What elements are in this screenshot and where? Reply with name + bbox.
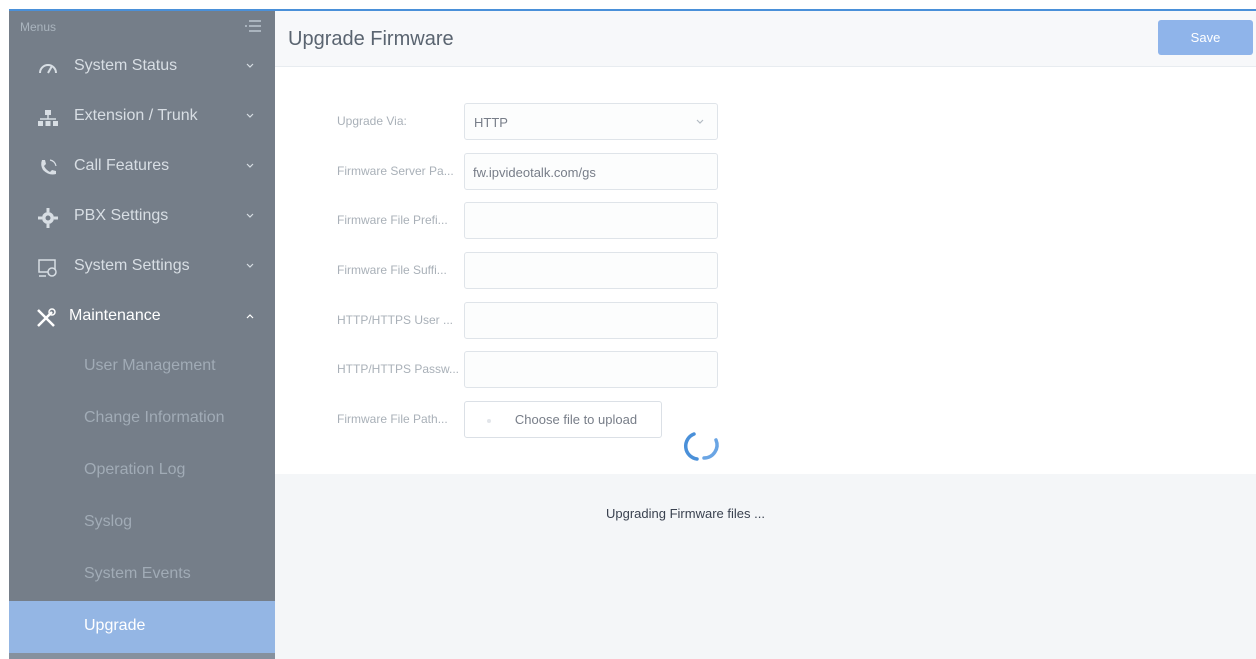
gauge-icon	[39, 64, 57, 74]
sidebar-subitem-operation-log[interactable]: Operation Log	[9, 445, 275, 497]
sidebar-subitem-system-events[interactable]: System Events	[9, 549, 275, 601]
form-row-upgrade-via: Upgrade Via: HTTP	[275, 103, 735, 141]
chevron-up-icon	[246, 314, 254, 319]
subitem-label: User Management	[84, 357, 216, 374]
file-prefix-label: Firmware File Prefi...	[337, 213, 448, 227]
save-button[interactable]: Save	[1158, 20, 1253, 55]
loading-message: Upgrading Firmware files ...	[606, 506, 765, 521]
app-frame: Menus System Status Extension / Trunk Ca…	[0, 0, 1256, 659]
server-path-label: Firmware Server Pa...	[337, 164, 454, 178]
sidebar-bottom-bar	[9, 653, 275, 659]
upgrade-form: Upgrade Via: HTTP Firmware Server Pa... …	[275, 67, 1256, 474]
form-row-file-prefix: Firmware File Prefi...	[275, 202, 735, 240]
tools-icon	[37, 308, 56, 327]
server-path-input[interactable]: fw.ipvideotalk.com/gs	[464, 153, 718, 190]
upgrade-via-value: HTTP	[474, 115, 508, 130]
file-prefix-input[interactable]	[464, 202, 718, 239]
subitem-label: Upgrade	[84, 617, 146, 634]
loading-spinner-icon	[684, 432, 719, 461]
sidebar-item-pbx-settings[interactable]: PBX Settings	[9, 193, 275, 243]
chevron-down-icon	[246, 113, 254, 118]
http-user-input[interactable]	[464, 302, 718, 339]
page-header: Upgrade Firmware Save	[275, 11, 1256, 67]
form-row-http-pass: HTTP/HTTPS Passw...	[275, 351, 735, 389]
menu-collapse-icon[interactable]	[245, 20, 261, 32]
http-pass-label: HTTP/HTTPS Passw...	[337, 362, 460, 376]
file-suffix-input[interactable]	[464, 252, 718, 289]
form-row-server-path: Firmware Server Pa... fw.ipvideotalk.com…	[275, 153, 735, 191]
sidebar-item-extension-trunk[interactable]: Extension / Trunk	[9, 93, 275, 143]
form-row-file-suffix: Firmware File Suffi...	[275, 252, 735, 290]
file-suffix-label: Firmware File Suffi...	[337, 263, 447, 277]
gear-icon	[38, 208, 58, 228]
sidebar: Menus System Status Extension / Trunk Ca…	[9, 11, 275, 659]
chevron-down-icon	[246, 63, 254, 68]
sidebar-item-label: Maintenance	[69, 307, 161, 324]
chevron-down-icon	[246, 213, 254, 218]
sidebar-item-label: System Settings	[74, 257, 190, 274]
sidebar-item-system-settings[interactable]: System Settings	[9, 243, 275, 293]
sidebar-item-maintenance[interactable]: Maintenance	[9, 293, 275, 343]
sidebar-item-label: System Status	[74, 57, 178, 74]
sidebar-item-call-features[interactable]: Call Features	[9, 143, 275, 193]
loading-overlay: Upgrading Firmware files ...	[275, 474, 1256, 659]
sidebar-subitem-user-management[interactable]: User Management	[9, 341, 275, 393]
phone-icon	[41, 159, 57, 175]
upload-icon	[487, 419, 491, 423]
sidebar-item-system-status[interactable]: System Status	[9, 43, 275, 93]
http-user-label: HTTP/HTTPS User ...	[337, 313, 454, 327]
sidebar-subitem-change-information[interactable]: Change Information	[9, 393, 275, 445]
page-title: Upgrade Firmware	[288, 28, 454, 50]
sidebar-subitem-upgrade[interactable]: Upgrade	[9, 601, 275, 653]
sidebar-item-label: Call Features	[74, 157, 170, 174]
sidebar-item-label: PBX Settings	[74, 207, 169, 224]
sidebar-subitem-syslog[interactable]: Syslog	[9, 497, 275, 549]
http-pass-input[interactable]	[464, 351, 718, 388]
sidebar-item-label: Extension / Trunk	[74, 107, 198, 124]
subitem-label: System Events	[84, 565, 191, 582]
file-path-label: Firmware File Path...	[337, 412, 448, 426]
network-icon	[38, 110, 58, 126]
upgrade-via-select[interactable]: HTTP	[464, 103, 718, 140]
settings-screen-icon	[38, 259, 57, 277]
subitem-label: Syslog	[84, 513, 133, 530]
upgrade-via-label: Upgrade Via:	[337, 114, 407, 128]
subitem-label: Change Information	[84, 409, 225, 426]
subitem-label: Operation Log	[84, 461, 186, 478]
choose-file-button[interactable]: Choose file to upload	[464, 401, 662, 438]
chevron-down-icon	[246, 263, 254, 268]
choose-file-label: Choose file to upload	[514, 412, 638, 427]
chevron-down-icon	[696, 119, 704, 124]
form-row-http-user: HTTP/HTTPS User ...	[275, 302, 735, 340]
menus-header: Menus	[9, 11, 275, 45]
menus-label: Menus	[20, 20, 57, 34]
chevron-down-icon	[246, 163, 254, 168]
form-row-file-path: Firmware File Path... Choose file to upl…	[275, 401, 735, 439]
